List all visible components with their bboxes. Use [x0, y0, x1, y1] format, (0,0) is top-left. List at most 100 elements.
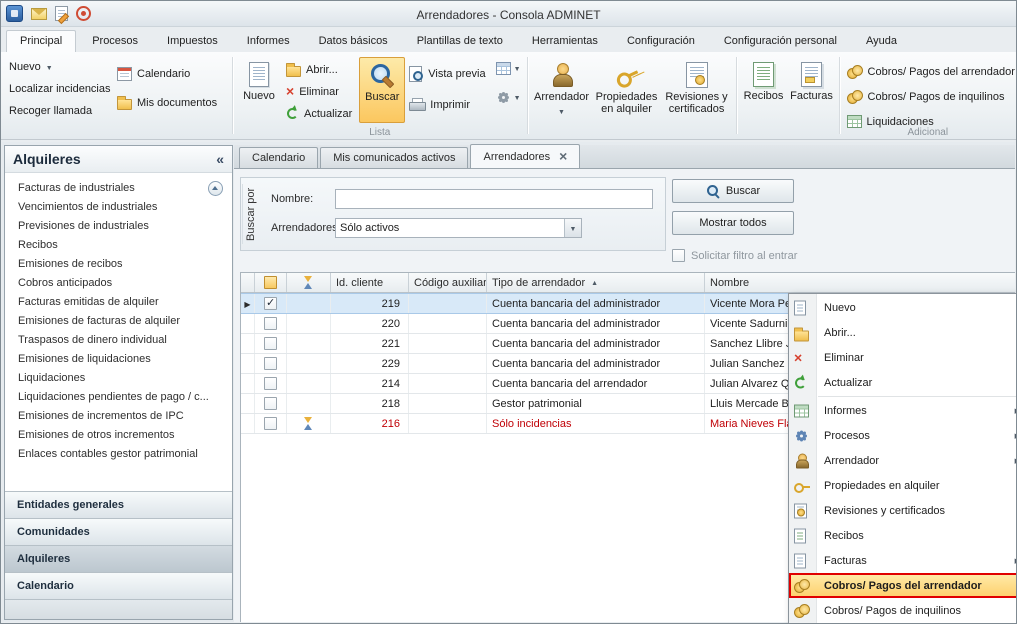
sidebar-item-cobros-anticipados[interactable]: Cobros anticipados — [5, 274, 232, 293]
sidebar-item-facturas-industriales[interactable]: Facturas de industriales — [5, 179, 232, 198]
menu-item-actualizar[interactable]: Actualizar — [789, 370, 1017, 395]
ribbon-recoger-llamada[interactable]: Recoger llamada — [9, 105, 111, 117]
row-checkbox[interactable] — [264, 417, 277, 430]
row-checkbox[interactable] — [264, 397, 277, 410]
sidebar-item-vencimientos-industriales[interactable]: Vencimientos de industriales — [5, 198, 232, 217]
menu-item-procesos[interactable]: Procesos — [789, 423, 1017, 448]
ribbon-mis-documentos-button[interactable]: Mis documentos — [117, 96, 217, 110]
select-dropdown-button[interactable] — [564, 219, 581, 237]
ribbon-tab-impuestos[interactable]: Impuestos — [154, 31, 231, 52]
ribbon-vista-previa-button[interactable]: Vista previa — [405, 63, 492, 84]
sort-ascending-icon — [591, 277, 598, 288]
row-checkbox[interactable] — [264, 297, 277, 310]
header-id-cliente[interactable]: Id. cliente — [331, 273, 409, 292]
close-tab-icon[interactable] — [559, 149, 567, 164]
menu-item-eliminar[interactable]: Eliminar — [789, 345, 1017, 370]
ribbon-nuevo-button[interactable]: Nuevo — [236, 57, 282, 123]
sidebar-item-recibos[interactable]: Recibos — [5, 236, 232, 255]
ribbon-eliminar-button[interactable]: Eliminar — [282, 81, 359, 102]
ribbon-buscar-button[interactable]: Buscar — [359, 57, 405, 123]
sidebar-section-calendario[interactable]: Calendario — [5, 572, 232, 599]
sidebar-item-incrementos-ipc[interactable]: Emisiones de incrementos de IPC — [5, 407, 232, 426]
nombre-input[interactable] — [335, 189, 653, 209]
sidebar-item-liquidaciones[interactable]: Liquidaciones — [5, 369, 232, 388]
ribbon-cobros-inquilinos-button[interactable]: Cobros/ Pagos de inquilinos — [843, 86, 1013, 107]
sidebar-section-entidades-generales[interactable]: Entidades generales — [5, 491, 232, 518]
sidebar-item-otros-incrementos[interactable]: Emisiones de otros incrementos — [5, 426, 232, 445]
ribbon-tab-configuracion[interactable]: Configuración — [614, 31, 708, 52]
sidebar-item-facturas-emitidas[interactable]: Facturas emitidas de alquiler — [5, 293, 232, 312]
menu-item-abrir[interactable]: Abrir... — [789, 320, 1017, 345]
header-codigo-auxiliar[interactable]: Código auxiliar — [409, 273, 487, 292]
menu-item-cobros-pagos-inquilinos[interactable]: Cobros/ Pagos de inquilinos — [789, 598, 1017, 623]
ribbon-facturas-button[interactable]: Facturas — [788, 57, 836, 123]
ribbon-abrir-button[interactable]: Abrir... — [282, 59, 359, 80]
ribbon-view-dropdown[interactable] — [493, 61, 524, 76]
ribbon-tab-principal[interactable]: Principal — [6, 30, 76, 52]
doc-tab-arrendadores[interactable]: Arrendadores — [470, 144, 580, 168]
ribbon-actualizar-button[interactable]: Actualizar — [282, 103, 359, 124]
ribbon-tab-procesos[interactable]: Procesos — [79, 31, 151, 52]
ribbon-group-adicional: Cobros/ Pagos del arrendador Cobros/ Pag… — [840, 52, 1016, 139]
row-checkbox[interactable] — [264, 337, 277, 350]
menu-item-informes[interactable]: Informes — [789, 398, 1017, 423]
sidebar-item-emisiones-liquidaciones[interactable]: Emisiones de liquidaciones — [5, 350, 232, 369]
ribbon-localizar-incidencias[interactable]: Localizar incidencias — [9, 83, 111, 95]
ribbon-tab-plantillas[interactable]: Plantillas de texto — [404, 31, 516, 52]
select-all-checkbox-icon — [264, 276, 277, 289]
row-checkbox[interactable] — [264, 317, 277, 330]
ribbon-cobros-arrendador-button[interactable]: Cobros/ Pagos del arrendador — [843, 61, 1013, 82]
ribbon-recibos-button[interactable]: Recibos — [740, 57, 788, 123]
buscar-button[interactable]: Buscar — [672, 179, 794, 203]
arrendadores-select[interactable]: Sólo activos — [335, 218, 582, 238]
sidebar-item-emisiones-recibos[interactable]: Emisiones de recibos — [5, 255, 232, 274]
payments-icon — [847, 65, 863, 79]
menu-item-cobros-pagos-arrendador[interactable]: Cobros/ Pagos del arrendador — [789, 573, 1017, 598]
sidebar-section-alquileres[interactable]: Alquileres — [5, 545, 232, 572]
menu-item-propiedades[interactable]: Propiedades en alquiler — [789, 473, 1017, 498]
ribbon-tab-configuracion-personal[interactable]: Configuración personal — [711, 31, 850, 52]
header-nombre[interactable]: Nombre — [705, 273, 1015, 292]
ribbon-group-entity: Arrendador Propiedades en alquiler Revis… — [528, 52, 736, 139]
sidebar-item-emisiones-facturas[interactable]: Emisiones de facturas de alquiler — [5, 312, 232, 331]
context-menu: Nuevo Abrir... Eliminar Actualizar Infor… — [788, 293, 1017, 624]
menu-item-arrendador[interactable]: Arrendador — [789, 448, 1017, 473]
menu-item-recibos[interactable]: Recibos — [789, 523, 1017, 548]
sidebar-item-liquidaciones-pendientes[interactable]: Liquidaciones pendientes de pago / c... — [5, 388, 232, 407]
ribbon-tab-datos-basicos[interactable]: Datos básicos — [306, 31, 401, 52]
menu-item-revisiones[interactable]: Revisiones y certificados — [789, 498, 1017, 523]
menu-item-label: Informes — [824, 405, 867, 417]
cell-id: 219 — [331, 294, 409, 313]
scroll-up-icon[interactable] — [208, 181, 223, 196]
menu-item-label: Propiedades en alquiler — [824, 480, 940, 492]
chevrons-left-icon[interactable] — [216, 151, 224, 167]
ribbon-revisiones-button[interactable]: Revisiones y certificados — [661, 57, 733, 123]
ribbon-recibos-label: Recibos — [744, 90, 784, 102]
sidebar-item-enlaces-contables[interactable]: Enlaces contables gestor patrimonial — [5, 445, 232, 464]
ribbon-tab-informes[interactable]: Informes — [234, 31, 303, 52]
header-row-indicator — [241, 273, 255, 292]
doc-tab-mis-comunicados[interactable]: Mis comunicados activos — [320, 147, 468, 168]
ribbon-tab-ayuda[interactable]: Ayuda — [853, 31, 910, 52]
row-checkbox[interactable] — [264, 377, 277, 390]
ribbon-nuevo-menu[interactable]: Nuevo — [9, 61, 111, 73]
sidebar-item-previsiones-industriales[interactable]: Previsiones de industriales — [5, 217, 232, 236]
menu-item-nuevo[interactable]: Nuevo — [789, 295, 1017, 320]
header-incidencias[interactable] — [287, 273, 331, 292]
ribbon-propiedades-button[interactable]: Propiedades en alquiler — [593, 57, 661, 123]
ribbon-imprimir-button[interactable]: Imprimir — [405, 94, 492, 115]
sidebar-section-comunidades[interactable]: Comunidades — [5, 518, 232, 545]
ribbon-arrendador-button[interactable]: Arrendador — [531, 57, 593, 123]
header-select-all[interactable] — [255, 273, 287, 292]
sidebar-item-traspasos-dinero[interactable]: Traspasos de dinero individual — [5, 331, 232, 350]
ribbon-settings-dropdown[interactable] — [493, 89, 524, 106]
ribbon-calendario-button[interactable]: Calendario — [117, 67, 217, 81]
doc-tab-calendario[interactable]: Calendario — [239, 147, 318, 168]
header-tipo-arrendador[interactable]: Tipo de arrendador — [487, 273, 705, 292]
solicitar-filtro-checkbox[interactable] — [672, 249, 685, 262]
menu-item-label: Recibos — [824, 530, 864, 542]
menu-item-facturas[interactable]: Facturas — [789, 548, 1017, 573]
ribbon-tab-herramientas[interactable]: Herramientas — [519, 31, 611, 52]
mostrar-todos-button[interactable]: Mostrar todos — [672, 211, 794, 235]
row-checkbox[interactable] — [264, 357, 277, 370]
